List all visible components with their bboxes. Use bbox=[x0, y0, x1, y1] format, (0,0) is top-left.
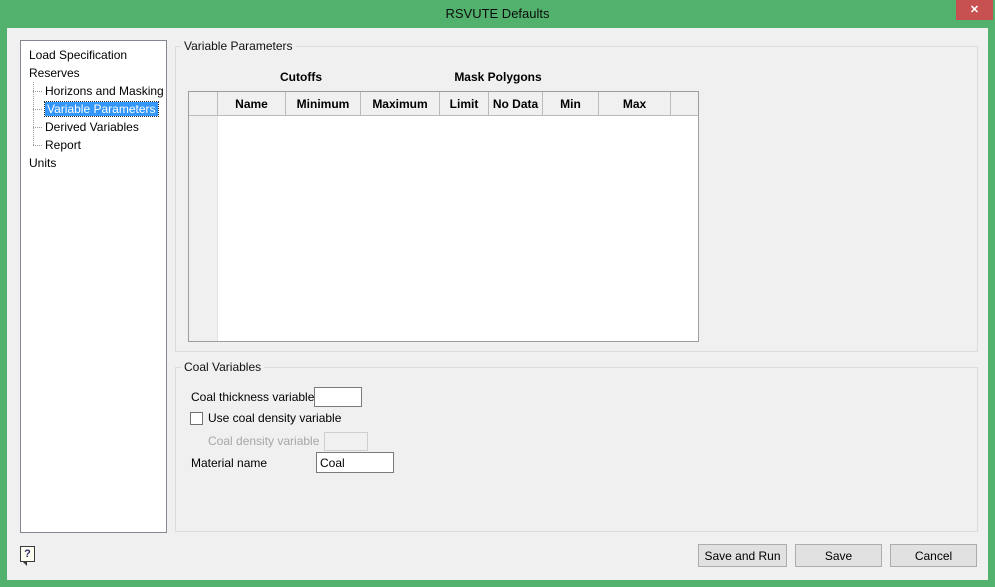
tree-item-reserves[interactable]: Reserves bbox=[21, 64, 166, 82]
coal-thickness-variable-label: Coal thickness variable bbox=[191, 390, 315, 404]
use-coal-density-checkbox[interactable] bbox=[190, 412, 203, 425]
use-coal-density-label[interactable]: Use coal density variable bbox=[208, 411, 341, 425]
variable-parameters-group-title: Variable Parameters bbox=[181, 39, 296, 53]
row-header-strip bbox=[189, 116, 218, 341]
save-and-run-button[interactable]: Save and Run bbox=[698, 544, 787, 567]
header-cell-minimum[interactable]: Minimum bbox=[286, 92, 361, 116]
cancel-button[interactable]: Cancel bbox=[890, 544, 977, 567]
tree-item-variable-parameters[interactable]: Variable Parameters bbox=[21, 100, 166, 118]
help-icon: ? bbox=[24, 548, 31, 560]
mask-polygons-column-group-label: Mask Polygons bbox=[454, 70, 542, 84]
header-cell-maximum[interactable]: Maximum bbox=[361, 92, 440, 116]
tree-item-derived-variables[interactable]: Derived Variables bbox=[21, 118, 166, 136]
header-cell-name[interactable]: Name bbox=[218, 92, 286, 116]
material-name-label: Material name bbox=[191, 456, 268, 470]
header-cell-no-data[interactable]: No Data bbox=[489, 92, 543, 116]
header-filler bbox=[671, 92, 698, 116]
material-name-input[interactable] bbox=[316, 452, 394, 473]
dialog-client-area: Load Specification Reserves Horizons and… bbox=[7, 28, 988, 580]
save-button[interactable]: Save bbox=[795, 544, 882, 567]
coal-density-variable-label: Coal density variable bbox=[208, 434, 320, 448]
table-header-row: Name Minimum Maximum Limit No Data Min M… bbox=[189, 92, 698, 116]
coal-thickness-variable-input[interactable] bbox=[314, 387, 362, 407]
tree-item-units[interactable]: Units bbox=[21, 154, 166, 172]
sidebar-tree: Load Specification Reserves Horizons and… bbox=[20, 40, 167, 533]
coal-variables-group-title: Coal Variables bbox=[181, 360, 265, 374]
title-bar[interactable]: RSVUTE Defaults ✕ bbox=[0, 0, 995, 28]
tree-item-horizons-and-masking[interactable]: Horizons and Masking bbox=[21, 82, 166, 100]
cutoffs-column-group-label: Cutoffs bbox=[280, 70, 322, 84]
close-button[interactable]: ✕ bbox=[956, 0, 993, 20]
header-cell-rowselector[interactable] bbox=[189, 92, 218, 116]
window-title: RSVUTE Defaults bbox=[445, 6, 550, 21]
table-body-empty[interactable] bbox=[189, 116, 698, 341]
dialog-window: RSVUTE Defaults ✕ Load Specification Res… bbox=[0, 0, 995, 587]
variable-parameters-group: Variable Parameters Cutoffs Mask Polygon… bbox=[175, 39, 978, 352]
selected-tree-item: Variable Parameters bbox=[44, 101, 159, 117]
coal-density-variable-input bbox=[324, 432, 368, 451]
header-cell-max[interactable]: Max bbox=[599, 92, 671, 116]
variable-parameters-table: Name Minimum Maximum Limit No Data Min M… bbox=[188, 91, 699, 342]
header-cell-limit[interactable]: Limit bbox=[440, 92, 489, 116]
help-button[interactable]: ? bbox=[20, 546, 35, 566]
tree-branch-reserves: Horizons and Masking Variable Parameters… bbox=[21, 82, 166, 154]
tree-item-report[interactable]: Report bbox=[21, 136, 166, 154]
close-icon: ✕ bbox=[969, 4, 980, 16]
coal-variables-group: Coal Variables Coal thickness variable U… bbox=[175, 360, 978, 532]
header-cell-min[interactable]: Min bbox=[543, 92, 599, 116]
tree-item-load-specification[interactable]: Load Specification bbox=[21, 46, 166, 64]
